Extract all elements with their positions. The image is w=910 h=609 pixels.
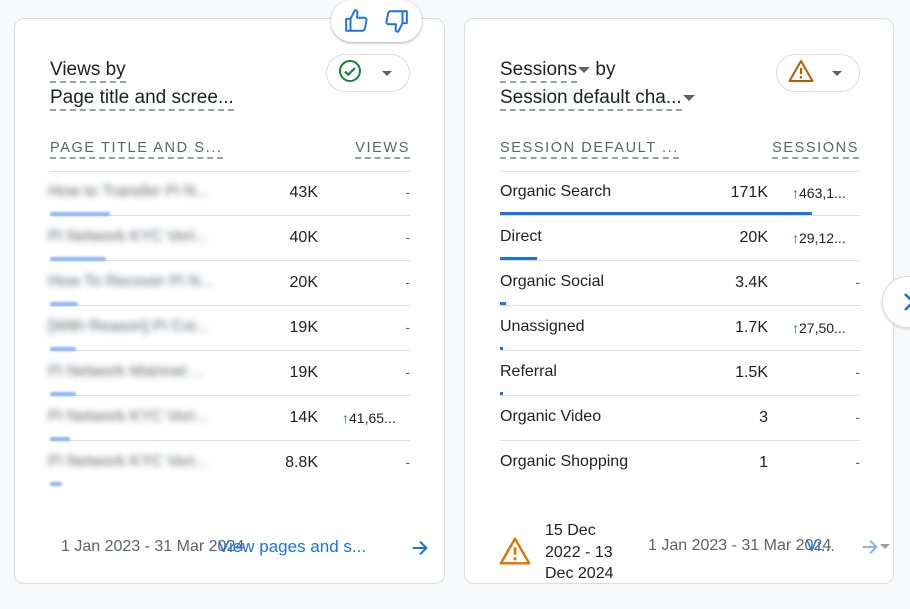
row-value: 19K xyxy=(289,319,318,336)
thumbs-up-icon[interactable] xyxy=(341,5,373,37)
row-label: Pi Network KYC Veri... xyxy=(48,453,209,470)
row-value: 19K xyxy=(289,364,318,381)
views-by-page-title-card: Views by Page title and scree... PAGE TI… xyxy=(14,18,445,584)
row-value: 20K xyxy=(289,274,318,291)
table-row[interactable]: Organic Social 3.4K - xyxy=(465,261,895,306)
table-row[interactable]: Organic Search 171K ↑463,1... xyxy=(465,171,895,216)
value-bar xyxy=(500,257,537,260)
row-value: 14K xyxy=(289,409,318,426)
column-header-metric[interactable]: VIEWS xyxy=(355,140,410,159)
table-row[interactable]: Unassigned 1.7K ↑27,50... xyxy=(465,306,895,351)
row-label: Organic Video xyxy=(500,408,602,425)
row-delta: - xyxy=(405,364,410,380)
chevron-down-icon xyxy=(682,94,695,101)
feedback-pill xyxy=(331,0,422,42)
chevron-down-icon xyxy=(382,71,392,76)
row-delta: - xyxy=(855,409,860,425)
value-bar xyxy=(500,347,503,350)
row-value: 40K xyxy=(289,229,318,246)
row-label: Referral xyxy=(500,363,557,380)
row-value: 1.5K xyxy=(735,364,768,381)
table-row[interactable]: Pi Network KYC Veri... 40K - xyxy=(15,216,445,261)
title-by: by xyxy=(595,59,616,80)
row-delta: - xyxy=(855,274,860,290)
row-delta: - xyxy=(405,454,410,470)
row-value: 171K xyxy=(730,184,768,201)
table-row[interactable]: Direct 20K ↑29,12... xyxy=(465,216,895,261)
row-value: 1.7K xyxy=(735,319,768,336)
value-bar xyxy=(50,482,62,486)
row-label: Pi Network KYC Veri... xyxy=(48,228,209,245)
chevron-down-icon[interactable] xyxy=(880,544,890,549)
row-value: 3 xyxy=(759,409,768,426)
metric-selector[interactable]: Sessions xyxy=(500,59,591,83)
row-label: [With Reason] Pi Coi... xyxy=(48,318,209,335)
column-header-metric[interactable]: SESSIONS xyxy=(772,140,859,159)
row-delta: - xyxy=(405,274,410,290)
insights-status-button[interactable] xyxy=(776,54,860,92)
arrow-up-icon: ↑ xyxy=(342,410,349,426)
value-bar xyxy=(500,302,506,305)
row-label: Organic Search xyxy=(500,183,612,200)
insights-status-button[interactable] xyxy=(326,54,410,92)
chevron-down-icon xyxy=(832,71,842,76)
row-delta: - xyxy=(855,454,860,470)
warning-icon xyxy=(499,536,531,571)
row-delta: ↑41,65... xyxy=(342,410,396,426)
row-label: Organic Social xyxy=(500,273,605,290)
sessions-by-channel-card: Sessions by Session default cha... SESSI… xyxy=(464,18,894,584)
check-circle-icon xyxy=(338,59,362,88)
row-label: Direct xyxy=(500,228,542,245)
date-range-label: 1 Jan 2023 - 31 Mar 2024 xyxy=(648,537,832,554)
date-range-label: 1 Jan 2023 - 31 Mar 2024 xyxy=(61,538,245,555)
table-row[interactable]: Pi Network KYC Veri... 14K ↑41,65... xyxy=(15,396,445,441)
card-title-line1: Sessions by xyxy=(500,56,615,83)
table-row[interactable]: How To Recover Pi N... 20K - xyxy=(15,261,445,306)
warning-icon xyxy=(788,59,814,88)
value-bar xyxy=(500,392,503,395)
arrow-up-icon: ↑ xyxy=(792,320,799,336)
table-row[interactable]: [With Reason] Pi Coi... 19K - xyxy=(15,306,445,351)
table-row[interactable]: How to Transfer Pi N... 43K - xyxy=(15,171,445,216)
arrow-up-icon: ↑ xyxy=(792,230,799,246)
row-delta: ↑27,50... xyxy=(792,320,846,336)
row-delta: - xyxy=(855,364,860,380)
value-bar xyxy=(500,212,812,215)
row-value: 3.4K xyxy=(735,274,768,291)
table-row[interactable]: Pi Network Mainnet ... 19K - xyxy=(15,351,445,396)
chevron-down-icon xyxy=(578,66,591,73)
row-label: Pi Network KYC Veri... xyxy=(48,408,209,425)
row-label: How to Transfer Pi N... xyxy=(48,183,209,200)
table-row[interactable]: Organic Shopping 1 - xyxy=(465,441,895,486)
warning-date-range: 15 Dec 2022 - 13 Dec 2024 xyxy=(545,522,614,582)
table-row[interactable]: Referral 1.5K - xyxy=(465,351,895,396)
view-channels-link[interactable]: Vi... xyxy=(806,536,835,556)
card-title-dimension[interactable]: Page title and scree... xyxy=(50,84,234,111)
row-value: 20K xyxy=(739,229,768,246)
chevron-right-icon xyxy=(899,291,910,318)
row-delta: ↑29,12... xyxy=(792,230,846,246)
row-label: Unassigned xyxy=(500,318,585,335)
row-value: 1 xyxy=(759,454,768,471)
row-delta: - xyxy=(405,319,410,335)
arrow-right-icon[interactable] xyxy=(409,537,431,564)
arrow-right-icon[interactable] xyxy=(859,536,881,563)
row-delta: ↑463,1... xyxy=(792,185,846,201)
row-delta: - xyxy=(405,229,410,245)
thumbs-down-icon[interactable] xyxy=(380,5,412,37)
column-header-dimension[interactable]: SESSION DEFAULT ... xyxy=(500,140,679,159)
row-label: Organic Shopping xyxy=(500,453,629,470)
card-title-line1[interactable]: Views by xyxy=(50,56,126,83)
table-row[interactable]: Organic Video 3 - xyxy=(465,396,895,441)
row-value: 8.8K xyxy=(285,454,318,471)
dimension-selector[interactable]: Session default cha... xyxy=(500,84,695,111)
column-header-dimension[interactable]: PAGE TITLE AND S... xyxy=(50,140,223,159)
row-delta: - xyxy=(405,184,410,200)
row-value: 43K xyxy=(289,184,318,201)
table-row[interactable]: Pi Network KYC Veri... 8.8K - xyxy=(15,441,445,486)
row-label: Pi Network Mainnet ... xyxy=(48,363,205,380)
row-label: How To Recover Pi N... xyxy=(48,273,214,290)
arrow-up-icon: ↑ xyxy=(792,185,799,201)
view-pages-link[interactable]: View pages and s... xyxy=(218,537,366,557)
